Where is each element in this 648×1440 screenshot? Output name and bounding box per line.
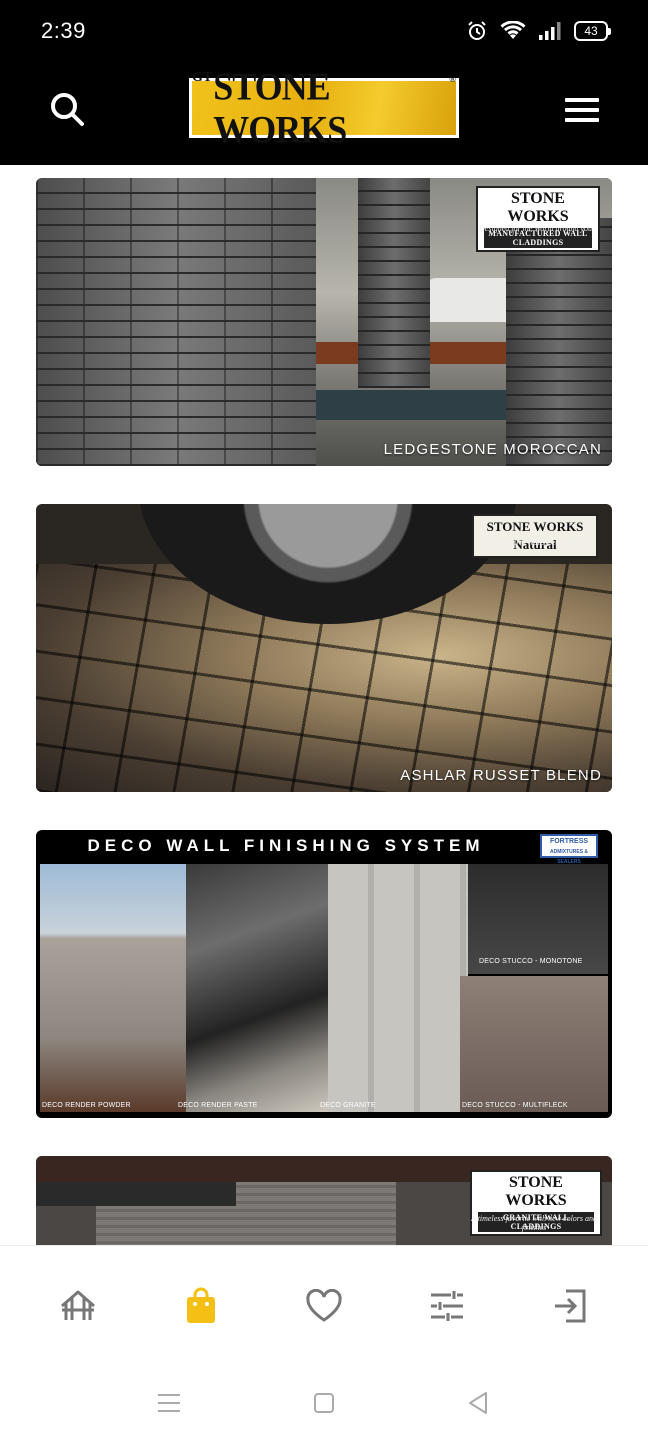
- status-bar: 2:39 43: [0, 0, 648, 64]
- product-name: LEDGESTONE MOROCCAN: [383, 441, 602, 458]
- recents-icon: [158, 1394, 180, 1412]
- badge-tagline: A timeless favorite with new colors and …: [470, 1214, 598, 1232]
- menu-button[interactable]: [560, 90, 604, 130]
- card-image-pillar: [506, 218, 612, 466]
- product-card-deco-wall[interactable]: DECO WALL FINISHING SYSTEM FORTRESS ADMI…: [36, 830, 612, 1118]
- product-card-granite[interactable]: STONE WORKS GRANITE WALL CLADDINGS A tim…: [36, 1156, 612, 1245]
- product-badge: STONE WORKS Natural: [472, 514, 598, 558]
- badge-title: STONE WORKS Natural: [486, 519, 584, 552]
- search-icon: [51, 93, 84, 126]
- deco-panel-render-powder: [40, 864, 190, 1112]
- card-image-stone-wall: [36, 178, 316, 466]
- nav-shop[interactable]: [177, 1282, 225, 1330]
- brand-name: FORTRESS: [549, 838, 589, 845]
- nav-home[interactable]: [54, 1282, 102, 1330]
- deco-caption: DECO GRANITE: [320, 1102, 376, 1109]
- system-back-button[interactable]: [462, 1389, 494, 1417]
- deco-caption: DECO RENDER PASTE: [178, 1102, 258, 1109]
- shopping-bag-icon: [187, 1287, 215, 1323]
- heart-icon: [306, 1289, 342, 1322]
- home-icon: [314, 1393, 334, 1413]
- brand-badge: FORTRESS ADMIXTURES & SEALERS: [540, 834, 598, 865]
- app-logo[interactable]: GT STONE WORKS ®: [189, 65, 459, 151]
- product-card-ashlar[interactable]: STONE WORKS Natural Transform Walls Beau…: [36, 504, 612, 792]
- app-header: GT STONE WORKS ®: [0, 64, 648, 165]
- search-button[interactable]: [46, 88, 90, 132]
- card-image-pool: [316, 390, 516, 420]
- bottom-nav: [0, 1245, 648, 1365]
- status-icons: 43: [466, 20, 611, 42]
- deco-panel-stucco-multifleck: [460, 976, 608, 1112]
- deco-panel-render-paste: [186, 864, 331, 1112]
- badge-tagline: Transform Walls Beautifully: [492, 538, 582, 547]
- battery-icon: 43: [574, 21, 611, 41]
- deco-panel-granite: [328, 864, 468, 1112]
- nav-filters[interactable]: [423, 1282, 471, 1330]
- back-icon: [469, 1392, 487, 1414]
- battery-level: 43: [584, 24, 598, 38]
- wifi-icon: [500, 21, 526, 41]
- product-name: ASHLAR RUSSET BLEND: [400, 767, 602, 784]
- deco-caption: DECO STUCCO - MONOTONE: [479, 958, 583, 965]
- badge-title: STONE WORKS: [505, 1174, 567, 1209]
- system-recents-button[interactable]: [153, 1389, 185, 1417]
- card-image-pillar: [358, 178, 430, 388]
- card-image-overhang: [36, 1182, 236, 1206]
- card-title: DECO WALL FINISHING SYSTEM: [87, 836, 485, 855]
- nav-logout[interactable]: [546, 1282, 594, 1330]
- logo-text: STONE WORKS: [213, 64, 347, 152]
- nav-favorites[interactable]: [300, 1282, 348, 1330]
- home-icon: [61, 1290, 95, 1320]
- logout-icon: [555, 1289, 586, 1323]
- logo-mark: ®: [449, 74, 456, 84]
- system-nav-bar: [0, 1365, 648, 1440]
- status-time: 2:39: [41, 18, 86, 43]
- system-home-button[interactable]: [308, 1389, 340, 1417]
- hamburger-menu-icon: [565, 98, 599, 122]
- deco-caption: DECO STUCCO - MULTIFLECK: [462, 1102, 568, 1109]
- signal-icon: [538, 21, 562, 41]
- badge-tagline: Designed for the World around you: [479, 224, 592, 233]
- product-card-ledgestone[interactable]: STONE WORKS MANUFACTURED WALL CLADDINGS …: [36, 178, 612, 466]
- product-badge: STONE WORKS MANUFACTURED WALL CLADDINGS: [476, 186, 600, 252]
- deco-caption: DECO RENDER POWDER: [42, 1102, 131, 1109]
- badge-title: STONE WORKS: [507, 190, 569, 225]
- alarm-icon: [466, 20, 488, 42]
- product-list: STONE WORKS MANUFACTURED WALL CLADDINGS …: [0, 165, 648, 1245]
- logo-prefix: GT: [192, 70, 213, 85]
- sliders-icon: [431, 1291, 463, 1321]
